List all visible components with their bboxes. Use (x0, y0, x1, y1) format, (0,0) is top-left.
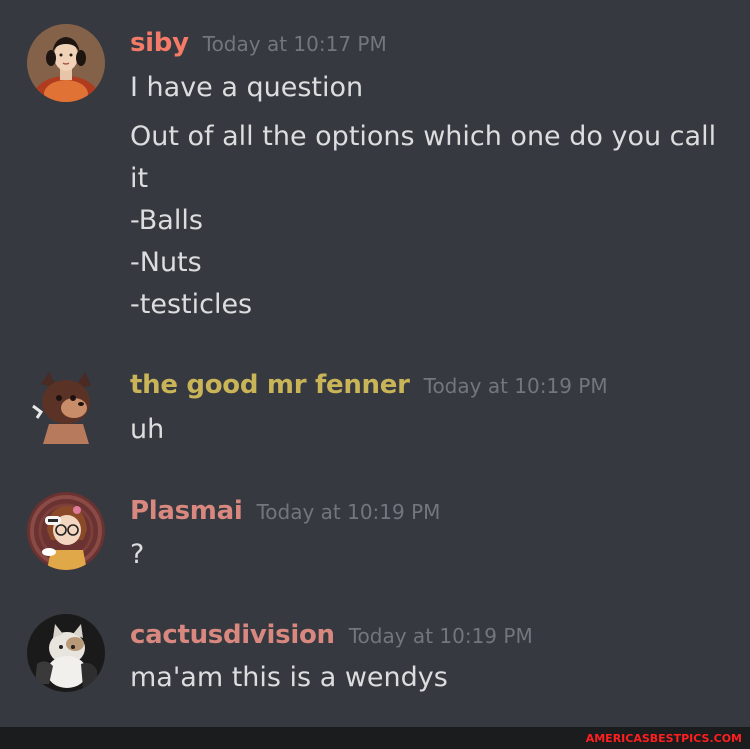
avatar-siby[interactable] (27, 24, 105, 102)
username[interactable]: Plasmai (130, 496, 243, 526)
avatar-plasmai[interactable] (27, 492, 105, 570)
timestamp[interactable]: Today at 10:19 PM (424, 374, 608, 398)
list-item: -Nuts (130, 247, 202, 278)
watermark-bar: AMERICASBESTPICS.COM (0, 727, 750, 749)
username[interactable]: siby (130, 28, 189, 58)
victorian-portrait-icon (27, 24, 105, 102)
timestamp[interactable]: Today at 10:17 PM (203, 32, 387, 56)
message-text: I have a question (130, 72, 364, 103)
avatar-fenner[interactable] (27, 366, 105, 444)
list-item: -Balls (130, 205, 203, 236)
watermark-text: AMERICASBESTPICS.COM (585, 732, 742, 745)
timestamp[interactable]: Today at 10:19 PM (349, 624, 533, 648)
timestamp[interactable]: Today at 10:19 PM (256, 500, 440, 524)
username[interactable]: cactusdivision (130, 620, 335, 650)
cartoon-glasses-girl-icon (27, 492, 105, 570)
message-text: Out of all the options which one do you … (130, 121, 717, 194)
username[interactable]: the good mr fenner (130, 370, 410, 400)
cat-photo-icon (27, 614, 105, 692)
avatar-cactusdivision[interactable] (27, 614, 105, 692)
message-text: ? (130, 539, 145, 570)
list-item: -testicles (130, 289, 253, 320)
furry-character-icon (27, 366, 105, 444)
message-text: ma'am this is a wendys (130, 662, 448, 693)
message-text: uh (130, 414, 165, 445)
